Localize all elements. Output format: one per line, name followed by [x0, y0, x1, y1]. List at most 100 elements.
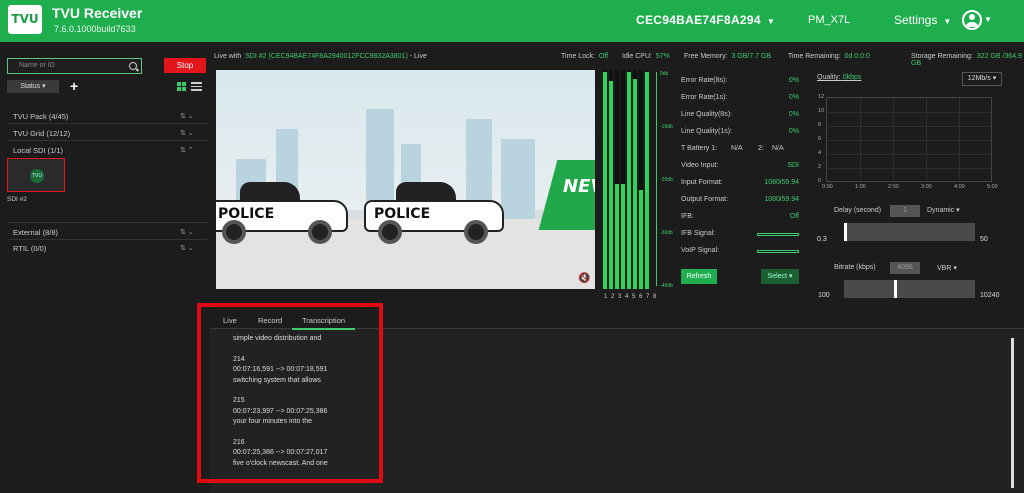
device-id-dropdown[interactable]: CEC94BAE74F8A294 ▼: [636, 13, 775, 27]
mute-icon[interactable]: 🔇: [578, 273, 590, 284]
police-car: POLICE: [216, 182, 348, 244]
delay-label: Delay (second): [834, 207, 882, 214]
battery2-value: N/A: [772, 145, 784, 152]
x-tick: 2:00: [888, 184, 899, 190]
chevron-down-icon[interactable]: ▼: [984, 15, 992, 24]
sort-expand-icon[interactable]: ⇅ ⌄: [180, 112, 194, 120]
stat-label: IFB Signal:: [681, 230, 716, 237]
video-preview[interactable]: NEV POLICE POLICE: [216, 70, 595, 289]
meter-fill: [639, 190, 643, 289]
live-with-source: SDI #2 (CEC94BAE74F8A2940012FCC9832A3801…: [245, 53, 408, 60]
status-dropdown[interactable]: Status ▾: [7, 80, 59, 93]
stat-value: Off: [789, 213, 799, 220]
sdi-source-thumbnail[interactable]: TVU: [7, 158, 65, 192]
time-lock-label: Time Lock:: [561, 53, 595, 60]
bitrate-input[interactable]: 4096: [890, 262, 920, 274]
audio-meters: [599, 70, 651, 289]
police-text: POLICE: [374, 206, 431, 222]
delay-slider-knob[interactable]: [844, 223, 847, 241]
search-icon[interactable]: [129, 62, 137, 70]
sdi-source-label: SDI #2: [7, 196, 27, 203]
meter-fill: [615, 184, 619, 289]
stat-value: 0%: [788, 77, 799, 84]
highlight-box: [197, 303, 383, 483]
divider: [7, 222, 207, 223]
x-tick: 4:00: [954, 184, 965, 190]
add-icon[interactable]: +: [70, 78, 78, 94]
quality-title: Quality:: [817, 74, 841, 81]
bitrate-slider[interactable]: [844, 280, 975, 298]
stop-button[interactable]: Stop: [164, 58, 206, 73]
storage-info: Storage Remaining: 322 GB /364.9 GB: [911, 53, 1024, 67]
police-text: POLICE: [218, 206, 275, 222]
db-label: 0db: [660, 71, 669, 77]
delay-slider[interactable]: [844, 223, 975, 241]
meter-bar-8: [645, 70, 649, 289]
list-view-icon[interactable]: [191, 82, 202, 91]
group-tvu-pack[interactable]: TVU Pack (4/45): [13, 112, 68, 121]
meter-fill: [627, 72, 631, 289]
group-rtil[interactable]: RTIL (0/0): [13, 244, 46, 253]
meter-fill: [621, 184, 625, 289]
user-avatar-icon[interactable]: [962, 10, 982, 30]
select-label: Select: [767, 273, 787, 280]
group-external[interactable]: External (8/8): [13, 228, 58, 237]
delay-min: 0.3: [817, 236, 827, 243]
status-label: Status: [20, 83, 41, 90]
battery1-value: N/A: [731, 145, 743, 152]
scrollbar[interactable]: [1011, 338, 1014, 488]
bitrate-mode-label: VBR: [937, 265, 952, 272]
settings-menu[interactable]: Settings ▼: [894, 13, 951, 27]
scene-building: [501, 139, 535, 219]
stat-label: Input Format:: [681, 179, 723, 186]
meter-fill: [633, 79, 637, 289]
stat-label: Error Rate(8s):: [681, 77, 728, 84]
db-scale: [656, 72, 657, 286]
y-tick: 12: [818, 94, 825, 100]
free-memory-info: Free Memory: 3 GB/7.7 GB: [684, 53, 771, 60]
bitrate-slider-knob[interactable]: [894, 280, 897, 298]
meter-fill: [609, 81, 613, 289]
stat-value: 1080i59.94: [764, 196, 799, 203]
sort-expand-icon[interactable]: ⇅ ⌄: [180, 228, 194, 236]
meter-fill: [645, 72, 649, 289]
meter-bar-7: [639, 70, 643, 289]
stat-label: Video Input:: [681, 162, 719, 169]
meter-fill: [603, 72, 607, 289]
delay-mode-label: Dynamic: [927, 207, 955, 214]
meter-bar-1: [603, 70, 607, 289]
rate-label: 12Mb/s: [967, 75, 991, 82]
select-dropdown[interactable]: Select ▾: [761, 269, 799, 284]
delay-input[interactable]: 1: [890, 205, 920, 217]
sort-expand-icon[interactable]: ⇅ ⌄: [180, 244, 194, 252]
group-tvu-grid[interactable]: TVU Grid (12/12): [13, 129, 70, 138]
y-tick: 2: [818, 164, 822, 170]
delay-mode-dropdown[interactable]: Dynamic ▾: [927, 206, 960, 214]
quality-label: Quality: 0kbps: [817, 74, 861, 81]
chevron-down-icon: ▼: [943, 17, 952, 26]
sort-collapse-icon[interactable]: ⇅ ⌃: [180, 146, 194, 154]
x-tick: 5:00: [987, 184, 998, 190]
top-bar: TVU TVU Receiver 7.6.0.1000build7633 CEC…: [0, 0, 1024, 42]
sort-expand-icon[interactable]: ⇅ ⌄: [180, 129, 194, 137]
search-placeholder: Name or ID: [19, 62, 55, 69]
voip-signal-bar: [757, 250, 799, 253]
y-tick: 6: [818, 136, 822, 142]
stat-label: IFB:: [681, 213, 694, 220]
bitrate-min: 100: [818, 292, 830, 299]
rate-dropdown[interactable]: 12Mb/s ▾: [962, 72, 1002, 86]
group-local-sdi[interactable]: Local SDI (1/1): [13, 146, 63, 155]
search-input[interactable]: Name or ID: [7, 58, 142, 74]
bitrate-mode-dropdown[interactable]: VBR ▾: [937, 264, 957, 272]
channel-labels: 1 2 3 4 5 6 7 8: [604, 294, 658, 300]
refresh-button[interactable]: Refresh: [681, 269, 717, 284]
stat-label: Line Quality(8s):: [681, 111, 732, 118]
pm-label[interactable]: PM_X7L: [808, 14, 850, 26]
stat-label: Line Quality(1s):: [681, 128, 732, 135]
y-tick: 0: [818, 178, 822, 184]
y-tick: 10: [818, 108, 825, 114]
sidebar: [0, 42, 210, 493]
grid-view-icon[interactable]: [177, 82, 186, 91]
app-version: 7.6.0.1000build7633: [54, 24, 136, 34]
time-lock-value: Off: [598, 53, 609, 60]
